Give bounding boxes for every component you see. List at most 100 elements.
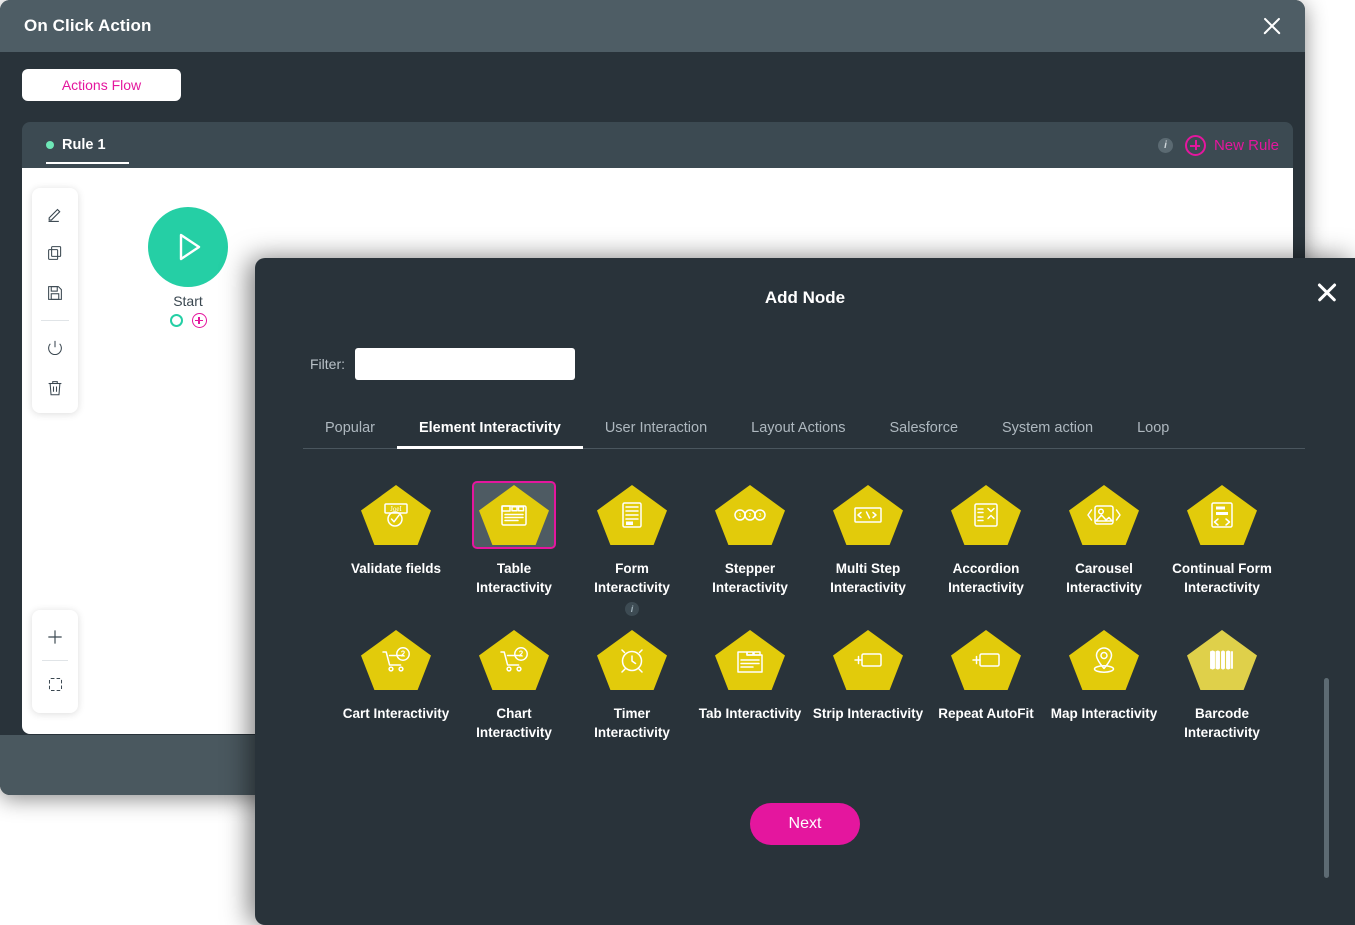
- form-icon: [597, 485, 667, 545]
- trash-icon[interactable]: [40, 373, 70, 403]
- add-node-port-icon[interactable]: [191, 313, 207, 328]
- node-label: Strip Interactivity: [812, 706, 924, 722]
- new-rule-label: New Rule: [1213, 136, 1279, 154]
- filter-row: Filter:: [255, 308, 1355, 380]
- node-label: Map Interactivity: [1050, 706, 1158, 722]
- page-title: On Click Action: [24, 16, 152, 35]
- info-icon[interactable]: i: [1157, 137, 1173, 153]
- start-node-ports: [126, 313, 250, 328]
- zoom-in-icon[interactable]: [40, 622, 70, 652]
- cart-icon: 2: [479, 630, 549, 691]
- scrollbar[interactable]: [1324, 678, 1329, 878]
- node-label: Table Interactivity: [476, 561, 552, 596]
- start-node-label: Start: [173, 293, 203, 309]
- start-node-circle[interactable]: [148, 207, 228, 287]
- tab-user-interaction[interactable]: User Interaction: [583, 412, 729, 448]
- svg-text:2: 2: [749, 513, 752, 519]
- tab-icon: [715, 630, 785, 691]
- accordion-icon: [951, 485, 1021, 545]
- node-label: Tab Interactivity: [698, 706, 802, 722]
- repeat-autofit-icon: [951, 630, 1021, 691]
- rule-tab-strip: Rule 1 i New Rule: [22, 122, 1293, 168]
- save-icon[interactable]: [40, 278, 70, 308]
- validate-fields-icon: JoeI: [354, 481, 438, 549]
- node-repeat-autofit[interactable]: Repeat AutoFit: [927, 616, 1045, 742]
- stepper-icon: 1 2 3: [715, 485, 785, 545]
- map-pin-icon: [1069, 630, 1139, 691]
- cart-icon: 2: [361, 630, 431, 691]
- tab-loop[interactable]: Loop: [1115, 412, 1191, 448]
- tab-rule-1[interactable]: Rule 1: [46, 122, 129, 168]
- tab-layout-actions[interactable]: Layout Actions: [729, 412, 867, 448]
- node-grid: JoeI Validate fields Table Interactivity Fo…: [255, 471, 1355, 743]
- plus-circle-icon: [1184, 134, 1206, 156]
- repeat-autofit-icon: [944, 626, 1028, 694]
- tab-element-interactivity[interactable]: Element Interactivity: [396, 412, 583, 449]
- actions-flow-button[interactable]: Actions Flow: [22, 69, 181, 101]
- node-tab-interactivity[interactable]: Tab Interactivity: [691, 616, 809, 742]
- timer-icon: [590, 626, 674, 694]
- node-timer-interactivity[interactable]: Timer Interactivity: [573, 616, 691, 742]
- svg-text:3: 3: [759, 513, 762, 519]
- node-stepper-interactivity[interactable]: 1 2 3 Stepper Interactivity: [691, 471, 809, 616]
- category-tabs: Popular Element Interactivity User Interac…: [303, 412, 1305, 449]
- node-table-interactivity[interactable]: Table Interactivity: [455, 471, 573, 616]
- svg-text:1: 1: [739, 513, 742, 519]
- node-multi-step-interactivity[interactable]: Multi Step Interactivity: [809, 471, 927, 616]
- actions-flow-bar: Actions Flow: [0, 52, 1305, 118]
- edit-icon[interactable]: [40, 198, 70, 228]
- node-cart-interactivity[interactable]: 2 Cart Interactivity: [337, 616, 455, 742]
- strip-icon: [833, 630, 903, 691]
- svg-text:2: 2: [519, 650, 524, 659]
- tab-system-action[interactable]: System action: [980, 412, 1115, 448]
- copy-icon[interactable]: [40, 238, 70, 268]
- close-icon[interactable]: [1259, 13, 1285, 39]
- filter-input[interactable]: [355, 348, 575, 380]
- form-icon: [590, 481, 674, 549]
- screen: On Click Action Actions Flow Rule 1 i Ne…: [0, 0, 1355, 925]
- node-carousel-interactivity[interactable]: Carousel Interactivity: [1045, 471, 1163, 616]
- cart-icon: 2: [354, 626, 438, 694]
- close-icon[interactable]: [1313, 278, 1341, 306]
- output-port-icon[interactable]: [169, 314, 183, 327]
- next-button[interactable]: Next: [750, 803, 860, 845]
- carousel-icon: [1069, 485, 1139, 545]
- node-label: Stepper Interactivity: [712, 561, 788, 596]
- continual-form-icon: [1187, 485, 1257, 545]
- node-continual-form-interactivity[interactable]: Continual Form Interactivity: [1163, 471, 1281, 616]
- node-accordion-interactivity[interactable]: Accordion Interactivity: [927, 471, 1045, 616]
- node-label: Validate fields: [350, 561, 442, 576]
- barcode-icon: [1187, 630, 1257, 691]
- start-node[interactable]: Start: [126, 207, 250, 328]
- svg-text:2: 2: [401, 650, 406, 659]
- modal-header: On Click Action: [0, 0, 1305, 52]
- play-icon: [179, 233, 201, 261]
- strip-icon: [826, 626, 910, 694]
- node-label: Form Interactivity: [594, 561, 670, 596]
- node-chart-interactivity[interactable]: 2 Chart Interactivity: [455, 616, 573, 742]
- node-barcode-interactivity[interactable]: Barcode Interactivity: [1163, 616, 1281, 742]
- rule-strip-actions: i New Rule: [1157, 134, 1279, 156]
- new-rule-button[interactable]: New Rule: [1184, 134, 1279, 156]
- node-label: Cart Interactivity: [342, 706, 450, 722]
- zoom-divider: [42, 660, 68, 661]
- node-validate-fields[interactable]: JoeI Validate fields: [337, 471, 455, 616]
- power-icon[interactable]: [40, 333, 70, 363]
- tab-salesforce[interactable]: Salesforce: [868, 412, 981, 448]
- node-label: Chart Interactivity: [476, 706, 552, 741]
- tab-popular[interactable]: Popular: [303, 412, 397, 448]
- info-icon[interactable]: i: [625, 602, 639, 617]
- validate-fields-icon: JoeI: [361, 485, 431, 545]
- code-icon: [833, 485, 903, 545]
- filter-label: Filter:: [310, 356, 345, 372]
- cart-icon: 2: [472, 626, 556, 694]
- node-strip-interactivity[interactable]: Strip Interactivity: [809, 616, 927, 742]
- dialog-actions: Next: [255, 803, 1355, 845]
- node-form-interactivity[interactable]: Form Interactivity i: [573, 471, 691, 617]
- table-icon: [472, 481, 556, 549]
- accordion-icon: [944, 481, 1028, 549]
- code-icon: [826, 481, 910, 549]
- node-grid-wrap: JoeI Validate fields Table Interactivity Fo…: [255, 471, 1355, 878]
- fit-screen-icon[interactable]: [40, 669, 70, 699]
- node-map-interactivity[interactable]: Map Interactivity: [1045, 616, 1163, 742]
